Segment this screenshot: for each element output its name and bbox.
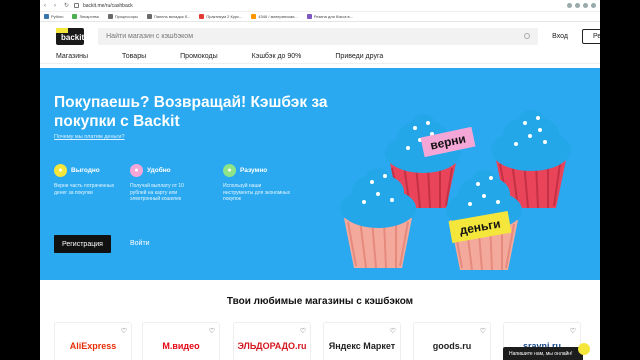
- heart-icon[interactable]: ♡: [209, 327, 215, 335]
- coins-icon: ●: [54, 164, 67, 177]
- search-icon[interactable]: [524, 33, 531, 39]
- feature-title: Разумно: [240, 167, 268, 174]
- extension-icon[interactable]: [583, 3, 588, 8]
- extension-icon[interactable]: [575, 3, 580, 8]
- site-header: backit Вход Регистрация: [40, 22, 600, 50]
- reload-icon[interactable]: ↻: [64, 3, 70, 9]
- feature-1: ● Выгодно Верни часть потраченных денег за…: [54, 164, 134, 196]
- thumbs-up-icon: ●: [130, 164, 143, 177]
- store-card[interactable]: ♡ ЭЛЬДОРАДО.ru: [233, 322, 311, 360]
- nav-item[interactable]: Товары: [122, 53, 146, 60]
- bookmark-icon: [72, 14, 78, 19]
- store-name: AliExpress: [69, 341, 117, 351]
- bookmarks-bar: Python Лекарства Процессоры Панель вкладок …: [40, 12, 600, 22]
- heart-icon[interactable]: ♡: [390, 327, 396, 335]
- heart-icon[interactable]: ♡: [480, 327, 486, 335]
- store-name: М.видео: [162, 341, 200, 351]
- browser-window: ‹ › ↻ backit.me/ru/cashback Python Лекарс…: [40, 0, 600, 360]
- store-name: ЭЛЬДОРАДО.ru: [237, 341, 307, 351]
- store-card[interactable]: ♡ goods.ru: [413, 322, 491, 360]
- hero-register-button[interactable]: Регистрация: [54, 235, 111, 253]
- cupcakes-illustration: верни деньги: [340, 110, 571, 271]
- nav-item[interactable]: Кэшбэк до 90%: [252, 53, 302, 60]
- bookmark-label: Python: [51, 14, 64, 19]
- heart-icon[interactable]: ♡: [300, 327, 306, 335]
- store-card[interactable]: ♡ AliExpress: [54, 322, 132, 360]
- feature-text: Верни часть потраченных денег за покупки: [54, 183, 115, 196]
- store-name: goods.ru: [432, 341, 472, 351]
- main-nav: Магазины Товары Промокоды Кэшбэк до 90% Прив…: [40, 50, 600, 64]
- chat-avatar[interactable]: [578, 343, 590, 355]
- bookmark-label: 4346 / материнская...: [258, 14, 298, 19]
- nav-item[interactable]: Магазины: [56, 53, 88, 60]
- chart-icon: ●: [223, 164, 236, 177]
- lock-icon: [74, 3, 79, 8]
- hero-login-link[interactable]: Войти: [130, 240, 150, 247]
- store-card[interactable]: ♡ Яндекс Маркет: [323, 322, 401, 360]
- search-input[interactable]: [106, 32, 525, 40]
- profile-icon[interactable]: [591, 3, 596, 8]
- feature-2: ● Удобно Получай выплату от 10 рублей на к…: [130, 164, 210, 203]
- register-button[interactable]: Регистрация: [581, 28, 600, 44]
- url-text[interactable]: backit.me/ru/cashback: [83, 3, 133, 9]
- bookmark-label: Панель вкладок б...: [153, 14, 191, 19]
- bookmark-item[interactable]: Практикум 2 Курс...: [199, 14, 242, 19]
- hero-banner: Покупаешь? Возвращай! Кэшбэк за покупки …: [40, 68, 600, 280]
- store-name: Яндекс Маркет: [328, 341, 396, 351]
- bookmark-icon: [146, 14, 152, 19]
- feature-3: ● Разумно Используй наши инструменты для э…: [223, 164, 303, 203]
- feature-title: Выгодно: [71, 167, 100, 174]
- feature-title: Удобно: [147, 167, 171, 174]
- heart-icon[interactable]: ♡: [570, 327, 576, 335]
- bookmark-icon: [44, 14, 49, 19]
- bookmark-item[interactable]: Python: [44, 14, 63, 19]
- stores-title: Твои любимые магазины с кэшбэком: [226, 296, 414, 307]
- hero-title: Покупаешь? Возвращай! Кэшбэк за покупки …: [54, 94, 328, 130]
- heart-icon[interactable]: ♡: [121, 327, 127, 335]
- store-card[interactable]: ♡ М.видео: [142, 322, 220, 360]
- search-box[interactable]: [98, 27, 539, 45]
- forward-icon[interactable]: ›: [54, 3, 60, 9]
- feature-text: Получай выплату от 10 рублей на карту ил…: [130, 183, 184, 202]
- extension-icon[interactable]: [567, 3, 572, 8]
- login-link[interactable]: Вход: [552, 33, 568, 40]
- bookmark-item[interactable]: Панель вкладок б...: [146, 14, 191, 19]
- bookmark-item[interactable]: Процессоры: [107, 14, 138, 19]
- bookmark-label: Резина для бокса в...: [313, 14, 354, 19]
- address-bar[interactable]: ‹ › ↻ backit.me/ru/cashback: [40, 0, 600, 12]
- bookmark-icon: [107, 14, 113, 19]
- backit-logo[interactable]: backit: [56, 27, 85, 45]
- bookmark-item[interactable]: Лекарства: [72, 14, 99, 19]
- bookmark-label: Процессоры: [114, 14, 138, 19]
- nav-item[interactable]: Промокоды: [180, 53, 218, 60]
- bookmark-item[interactable]: 4346 / материнская...: [251, 14, 298, 19]
- extensions: [567, 3, 596, 8]
- bookmark-label: Лекарства: [79, 14, 99, 19]
- bookmark-label: Практикум 2 Курс...: [206, 14, 243, 19]
- bookmark-icon: [306, 14, 312, 19]
- why-link[interactable]: Почему мы платим деньги?: [54, 134, 125, 140]
- chat-widget[interactable]: Напишите нам, мы онлайн!: [503, 347, 583, 360]
- bookmark-icon: [199, 14, 205, 19]
- bookmark-icon: [251, 14, 257, 19]
- feature-text: Используй наши инструменты для экономных…: [223, 183, 291, 202]
- nav-item[interactable]: Приведи друга: [335, 53, 383, 60]
- back-icon[interactable]: ‹: [44, 3, 50, 9]
- bookmark-item[interactable]: Резина для бокса в...: [306, 14, 354, 19]
